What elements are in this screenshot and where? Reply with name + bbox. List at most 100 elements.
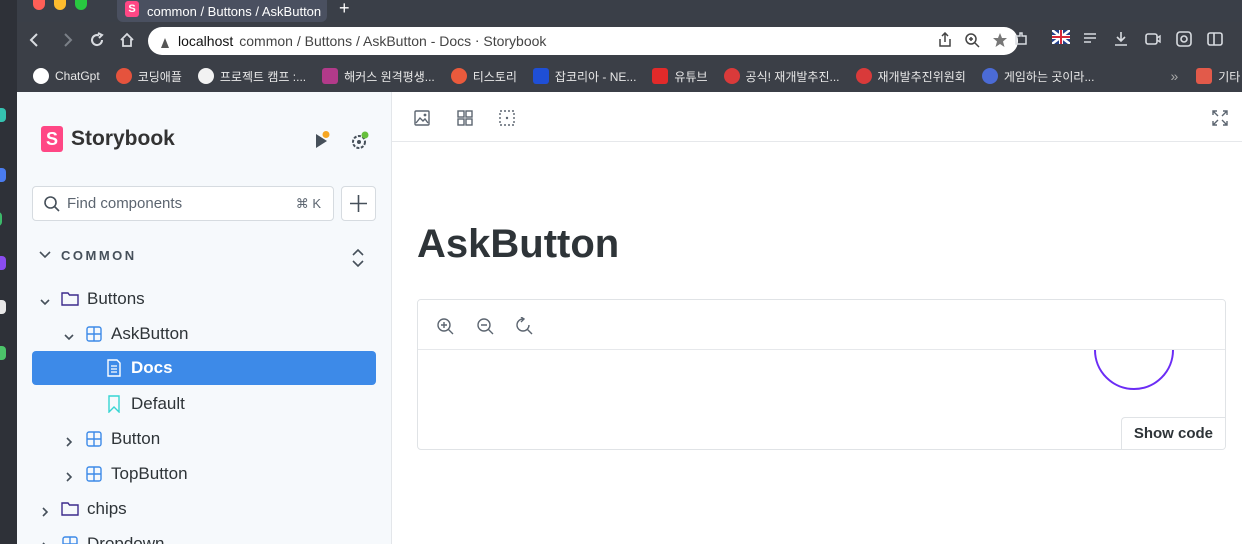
page-title: AskButton [417, 222, 620, 266]
search-box[interactable]: ⌘ K [32, 186, 334, 221]
tree-item-default[interactable]: Default [105, 387, 365, 421]
hackers-icon [322, 68, 339, 84]
bookmark-label: ChatGpt [55, 69, 100, 83]
bookmark-item[interactable]: 재개발추진위원회 [855, 68, 966, 85]
expand-collapse-all-icon[interactable] [351, 247, 365, 269]
zoom-window-button[interactable] [75, 0, 87, 10]
bookmark-item[interactable]: 유튜브 [652, 68, 708, 85]
minimize-window-button[interactable] [54, 0, 66, 10]
storybook-favicon-icon: S [125, 1, 139, 17]
screenshot-icon[interactable] [1174, 30, 1194, 50]
settings-gear-icon[interactable] [349, 130, 369, 150]
bookmark-item[interactable]: 해커스 원격평생... [322, 68, 435, 85]
tree-item-label: Dropdown [87, 534, 165, 544]
component-icon [85, 430, 103, 448]
bookmark-item[interactable]: 코딩애플 [115, 68, 182, 85]
other-bookmarks-folder[interactable]: 기타 [1196, 68, 1240, 85]
zoom-icon[interactable] [964, 32, 980, 51]
active-tab[interactable]: S common / Buttons / AskButton [117, 0, 327, 22]
bookmark-label: 공식! 재개발추진... [745, 69, 840, 84]
bookmark-item[interactable]: 공식! 재개발추진... [723, 68, 840, 85]
zoom-in-icon[interactable] [436, 317, 454, 335]
address-bar-actions [938, 31, 1008, 51]
show-code-button[interactable]: Show code [1120, 417, 1225, 449]
reading-list-icon[interactable] [1081, 30, 1101, 50]
forward-icon[interactable] [57, 30, 77, 50]
dock-app-icon[interactable] [0, 108, 6, 122]
search-icon [43, 195, 61, 213]
close-window-button[interactable] [33, 0, 45, 10]
tree-item-button[interactable]: Button [63, 422, 363, 456]
sidebar-toggle-icon[interactable] [1205, 30, 1225, 50]
chevron-right-icon [39, 538, 51, 544]
tab-bar: S common / Buttons / AskButton + [17, 0, 1242, 22]
dock-app-icon[interactable] [0, 168, 6, 182]
dock-app-icon[interactable] [0, 300, 6, 314]
extensions-icon[interactable] [1011, 30, 1031, 50]
tree-item-label: chips [87, 499, 127, 518]
image-icon[interactable] [413, 109, 431, 127]
tree-item-buttons[interactable]: Buttons [39, 282, 369, 316]
reset-zoom-icon[interactable] [515, 316, 533, 335]
create-new-story-button[interactable] [341, 186, 376, 221]
bookmark-label: 티스토리 [472, 69, 517, 84]
tree-item-docs[interactable]: Docs [32, 351, 376, 385]
dock-app-icon[interactable] [0, 256, 6, 270]
jobkorea-icon [532, 68, 549, 84]
download-icon[interactable] [1111, 30, 1131, 50]
browser-window: S common / Buttons / AskButton + localho… [0, 0, 1242, 544]
lock-icon[interactable] [160, 36, 170, 48]
bookmark-item[interactable]: 티스토리 [450, 68, 517, 85]
chatgpt-icon [33, 68, 49, 84]
tree-item-label: AskButton [111, 324, 189, 343]
grid-icon[interactable] [456, 109, 474, 127]
reload-icon[interactable] [87, 30, 107, 50]
outline-icon[interactable] [498, 109, 516, 127]
tree-item-label: Buttons [87, 289, 145, 308]
game-icon [981, 68, 998, 84]
tree-item-label: Docs [131, 358, 173, 377]
chevron-right-icon [63, 468, 75, 482]
bookmark-label: 유튜브 [674, 69, 708, 84]
chevron-double-right-icon[interactable]: » [1170, 68, 1178, 84]
canvas-toolbar [418, 300, 1225, 350]
address-bar[interactable]: localhost common / Buttons / AskButton -… [148, 27, 1018, 55]
bookmark-icon [105, 395, 123, 414]
fullscreen-icon[interactable] [1211, 109, 1229, 127]
bookmark-label: 프로젝트 캠프 :... [219, 69, 307, 84]
media-icon[interactable] [1143, 30, 1163, 50]
story-canvas: Show code [417, 299, 1226, 450]
bookmark-item[interactable]: 잡코리아 - NE... [532, 68, 636, 85]
tree-item-chips[interactable]: chips [39, 492, 369, 526]
dock-app-icon[interactable] [0, 212, 2, 226]
section-header[interactable]: COMMON [39, 248, 137, 263]
chevron-right-icon [63, 433, 75, 447]
dock-app-icon[interactable] [0, 346, 6, 360]
tree-item-dropdown[interactable]: Dropdown [39, 527, 369, 544]
search-input[interactable] [67, 195, 287, 212]
back-icon[interactable] [25, 30, 45, 50]
onboarding-play-icon[interactable] [313, 131, 331, 149]
translate-flag-icon[interactable] [1051, 29, 1071, 50]
redevelopment-icon [723, 68, 740, 84]
folder-icon [61, 500, 79, 518]
bookmark-label: 코딩애플 [137, 69, 182, 84]
url-host: localhost [178, 33, 234, 49]
search-shortcut: ⌘ K [295, 196, 321, 211]
bookmark-folder-label: 기타 [1218, 69, 1241, 84]
tree-item-topbutton[interactable]: TopButton [63, 457, 363, 491]
bookmark-item[interactable]: ChatGpt [33, 68, 100, 84]
browser-toolbar: localhost common / Buttons / AskButton -… [17, 22, 1242, 60]
bookmark-item[interactable]: 게임하는 곳이라... [981, 68, 1095, 85]
bookmark-label: 게임하는 곳이라... [1003, 69, 1095, 84]
tree-item-askbutton[interactable]: AskButton [63, 317, 373, 351]
share-icon[interactable] [938, 31, 952, 51]
home-icon[interactable] [117, 30, 137, 50]
zoom-out-icon[interactable] [476, 317, 494, 335]
bookmark-item[interactable]: 프로젝트 캠프 :... [197, 68, 307, 85]
bookmark-star-icon[interactable] [992, 32, 1008, 51]
storybook-logo[interactable]: S Storybook [41, 126, 175, 152]
tree-item-label: Button [111, 429, 161, 448]
new-tab-button[interactable]: + [339, 0, 350, 17]
apple-icon [115, 68, 132, 84]
